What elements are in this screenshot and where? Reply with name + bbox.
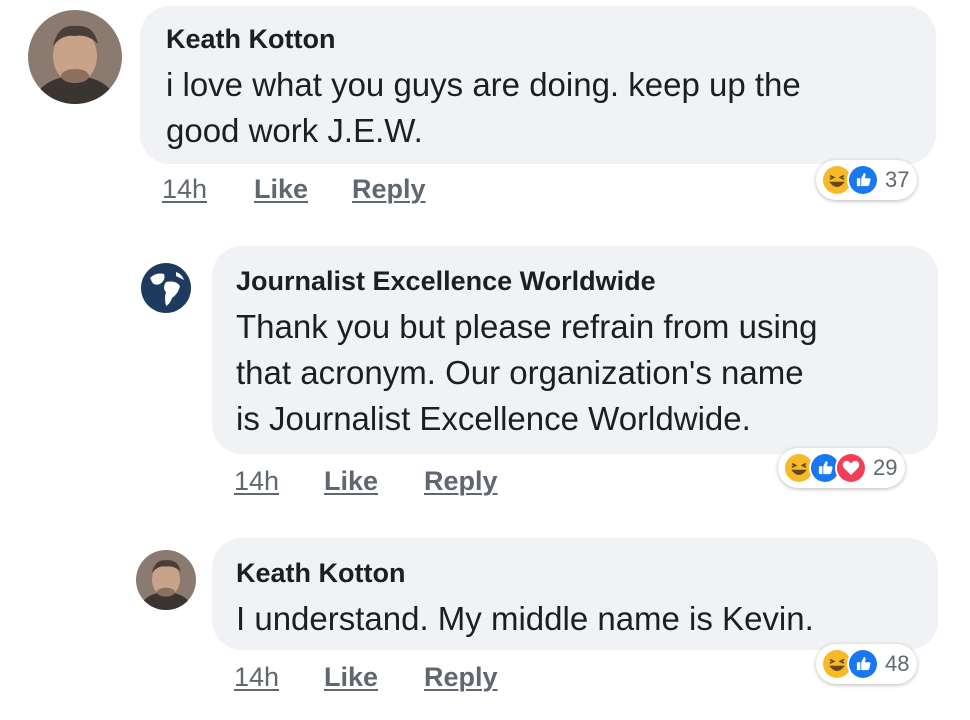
comment-text-line: i love what you guys are doing. keep up … xyxy=(166,66,801,103)
like-icon xyxy=(847,648,879,680)
comment-bubble: Keath Kotton i love what you guys are do… xyxy=(140,6,936,164)
person-avatar-icon xyxy=(136,550,196,610)
reply-link[interactable]: Reply xyxy=(352,174,426,205)
comment-timestamp[interactable]: 14h xyxy=(162,174,207,205)
reaction-count: 29 xyxy=(873,455,898,480)
reaction-summary[interactable]: 37 xyxy=(816,160,918,200)
reply-link[interactable]: Reply xyxy=(424,662,498,693)
reaction-count: 48 xyxy=(885,651,910,676)
comment-text-line: good work J.E.W. xyxy=(166,112,423,149)
reaction-summary[interactable]: 48 xyxy=(816,644,918,684)
comment-author[interactable]: Journalist Excellence Worldwide xyxy=(236,266,656,297)
comment-text-line: Thank you but please refrain from using xyxy=(236,308,818,345)
comment-text-line: that acronym. Our organization's name xyxy=(236,354,804,391)
like-link[interactable]: Like xyxy=(324,662,378,693)
comment-text: Thank you but please refrain from using … xyxy=(236,304,817,442)
avatar-keath-kotton[interactable] xyxy=(136,550,196,610)
reply-link[interactable]: Reply xyxy=(424,466,498,497)
like-link[interactable]: Like xyxy=(324,466,378,497)
reaction-summary[interactable]: 29 xyxy=(778,448,906,488)
like-link[interactable]: Like xyxy=(254,174,308,205)
love-icon xyxy=(835,452,867,484)
avatar-journalist-excellence-worldwide[interactable] xyxy=(136,258,196,318)
avatar-keath-kotton[interactable] xyxy=(28,10,122,104)
comment-bubble: Journalist Excellence Worldwide Thank yo… xyxy=(212,246,938,454)
comment-author[interactable]: Keath Kotton xyxy=(166,24,335,55)
comment-timestamp[interactable]: 14h xyxy=(234,662,279,693)
person-avatar-icon xyxy=(28,10,122,104)
comment-text: I understand. My middle name is Kevin. xyxy=(236,596,814,642)
comment-text-line: I understand. My middle name is Kevin. xyxy=(236,600,814,637)
globe-icon xyxy=(136,258,196,318)
comment-author[interactable]: Keath Kotton xyxy=(236,558,405,589)
comment-bubble: Keath Kotton I understand. My middle nam… xyxy=(212,538,938,650)
comment-timestamp[interactable]: 14h xyxy=(234,466,279,497)
comment-text-line: is Journalist Excellence Worldwide. xyxy=(236,400,751,437)
like-icon xyxy=(847,164,879,196)
reaction-count: 37 xyxy=(885,167,910,192)
comment-text: i love what you guys are doing. keep up … xyxy=(166,62,801,154)
